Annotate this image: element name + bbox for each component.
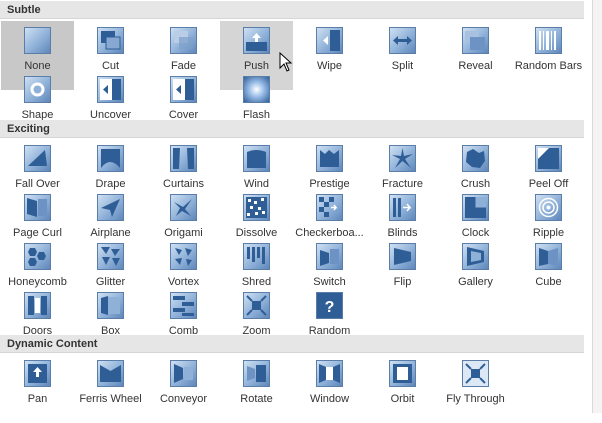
transition-item-split[interactable]: Split (366, 21, 439, 90)
orbit-icon (389, 360, 416, 387)
random-bars-icon (535, 27, 562, 54)
airplane-icon (97, 194, 124, 221)
wind-icon (243, 145, 270, 172)
doors-icon (24, 292, 51, 319)
split-icon (389, 27, 416, 54)
cut-icon (97, 27, 124, 54)
vertical-scrollbar[interactable] (593, 0, 602, 413)
crush-icon (462, 145, 489, 172)
curtains-icon (170, 145, 197, 172)
pan-icon (24, 360, 51, 387)
ferris-wheel-icon (97, 360, 124, 387)
comb-icon (170, 292, 197, 319)
section-header-subtle: Subtle (0, 1, 584, 19)
transition-label: Wipe (316, 60, 343, 72)
section-header-dynamic-content: Dynamic Content (0, 335, 584, 353)
transition-item-wipe[interactable]: Wipe (293, 21, 366, 90)
transition-label: Reveal (458, 60, 493, 72)
transition-item-cube[interactable]: Cube (512, 237, 585, 306)
fracture-icon (389, 145, 416, 172)
transition-item-gallery[interactable]: Gallery (439, 237, 512, 306)
transition-label: Cube (535, 276, 562, 288)
flip-icon (389, 243, 416, 270)
switch-icon (316, 243, 343, 270)
blinds-icon (389, 194, 416, 221)
box-icon (97, 292, 124, 319)
transition-label: Window (309, 393, 350, 405)
transition-label: Fly Through (446, 393, 505, 405)
glitter-icon (97, 243, 124, 270)
honeycomb-icon (24, 243, 51, 270)
drape-icon (97, 145, 124, 172)
shred-icon (243, 243, 270, 270)
transition-label: Gallery (458, 276, 493, 288)
ripple-icon (535, 194, 562, 221)
zoom-icon (243, 292, 270, 319)
mouse-cursor-icon (279, 52, 293, 72)
clock-icon (462, 194, 489, 221)
transition-label: Flip (393, 276, 412, 288)
window-icon (316, 360, 343, 387)
cube-icon (535, 243, 562, 270)
gallery-icon (462, 243, 489, 270)
vortex-icon (170, 243, 197, 270)
reveal-icon (462, 27, 489, 54)
transition-label: Orbit (390, 393, 415, 405)
transition-label: Split (391, 60, 414, 72)
conveyor-icon (170, 360, 197, 387)
fade-icon (170, 27, 197, 54)
section-header-exciting: Exciting (0, 120, 584, 138)
none-icon (24, 27, 51, 54)
transition-item-random-bars[interactable]: Random Bars (512, 21, 585, 90)
dissolve-icon (243, 194, 270, 221)
random-icon: ? (316, 292, 343, 319)
transition-gallery: Subtle None Cut Fade Push Wipe Split Rev… (0, 0, 593, 413)
transition-item-flip[interactable]: Flip (366, 237, 439, 306)
fly-through-icon (462, 360, 489, 387)
rotate-icon (243, 360, 270, 387)
fall-over-icon (24, 145, 51, 172)
origami-icon (170, 194, 197, 221)
transition-item-reveal[interactable]: Reveal (439, 21, 512, 90)
checkerboard-icon (316, 194, 343, 221)
transition-label: Rotate (240, 393, 273, 405)
transition-label: Pan (27, 393, 48, 405)
uncover-icon (97, 76, 124, 103)
transition-label: Conveyor (159, 393, 208, 405)
cover-icon (170, 76, 197, 103)
transition-label: Ferris Wheel (79, 393, 142, 405)
shape-icon (24, 76, 51, 103)
transition-label: Random Bars (514, 60, 583, 72)
push-icon (243, 27, 270, 54)
peel-off-icon (535, 145, 562, 172)
svg-text:?: ? (325, 299, 335, 316)
flash-icon (243, 76, 270, 103)
wipe-icon (316, 27, 343, 54)
page-curl-icon (24, 194, 51, 221)
prestige-icon (316, 145, 343, 172)
